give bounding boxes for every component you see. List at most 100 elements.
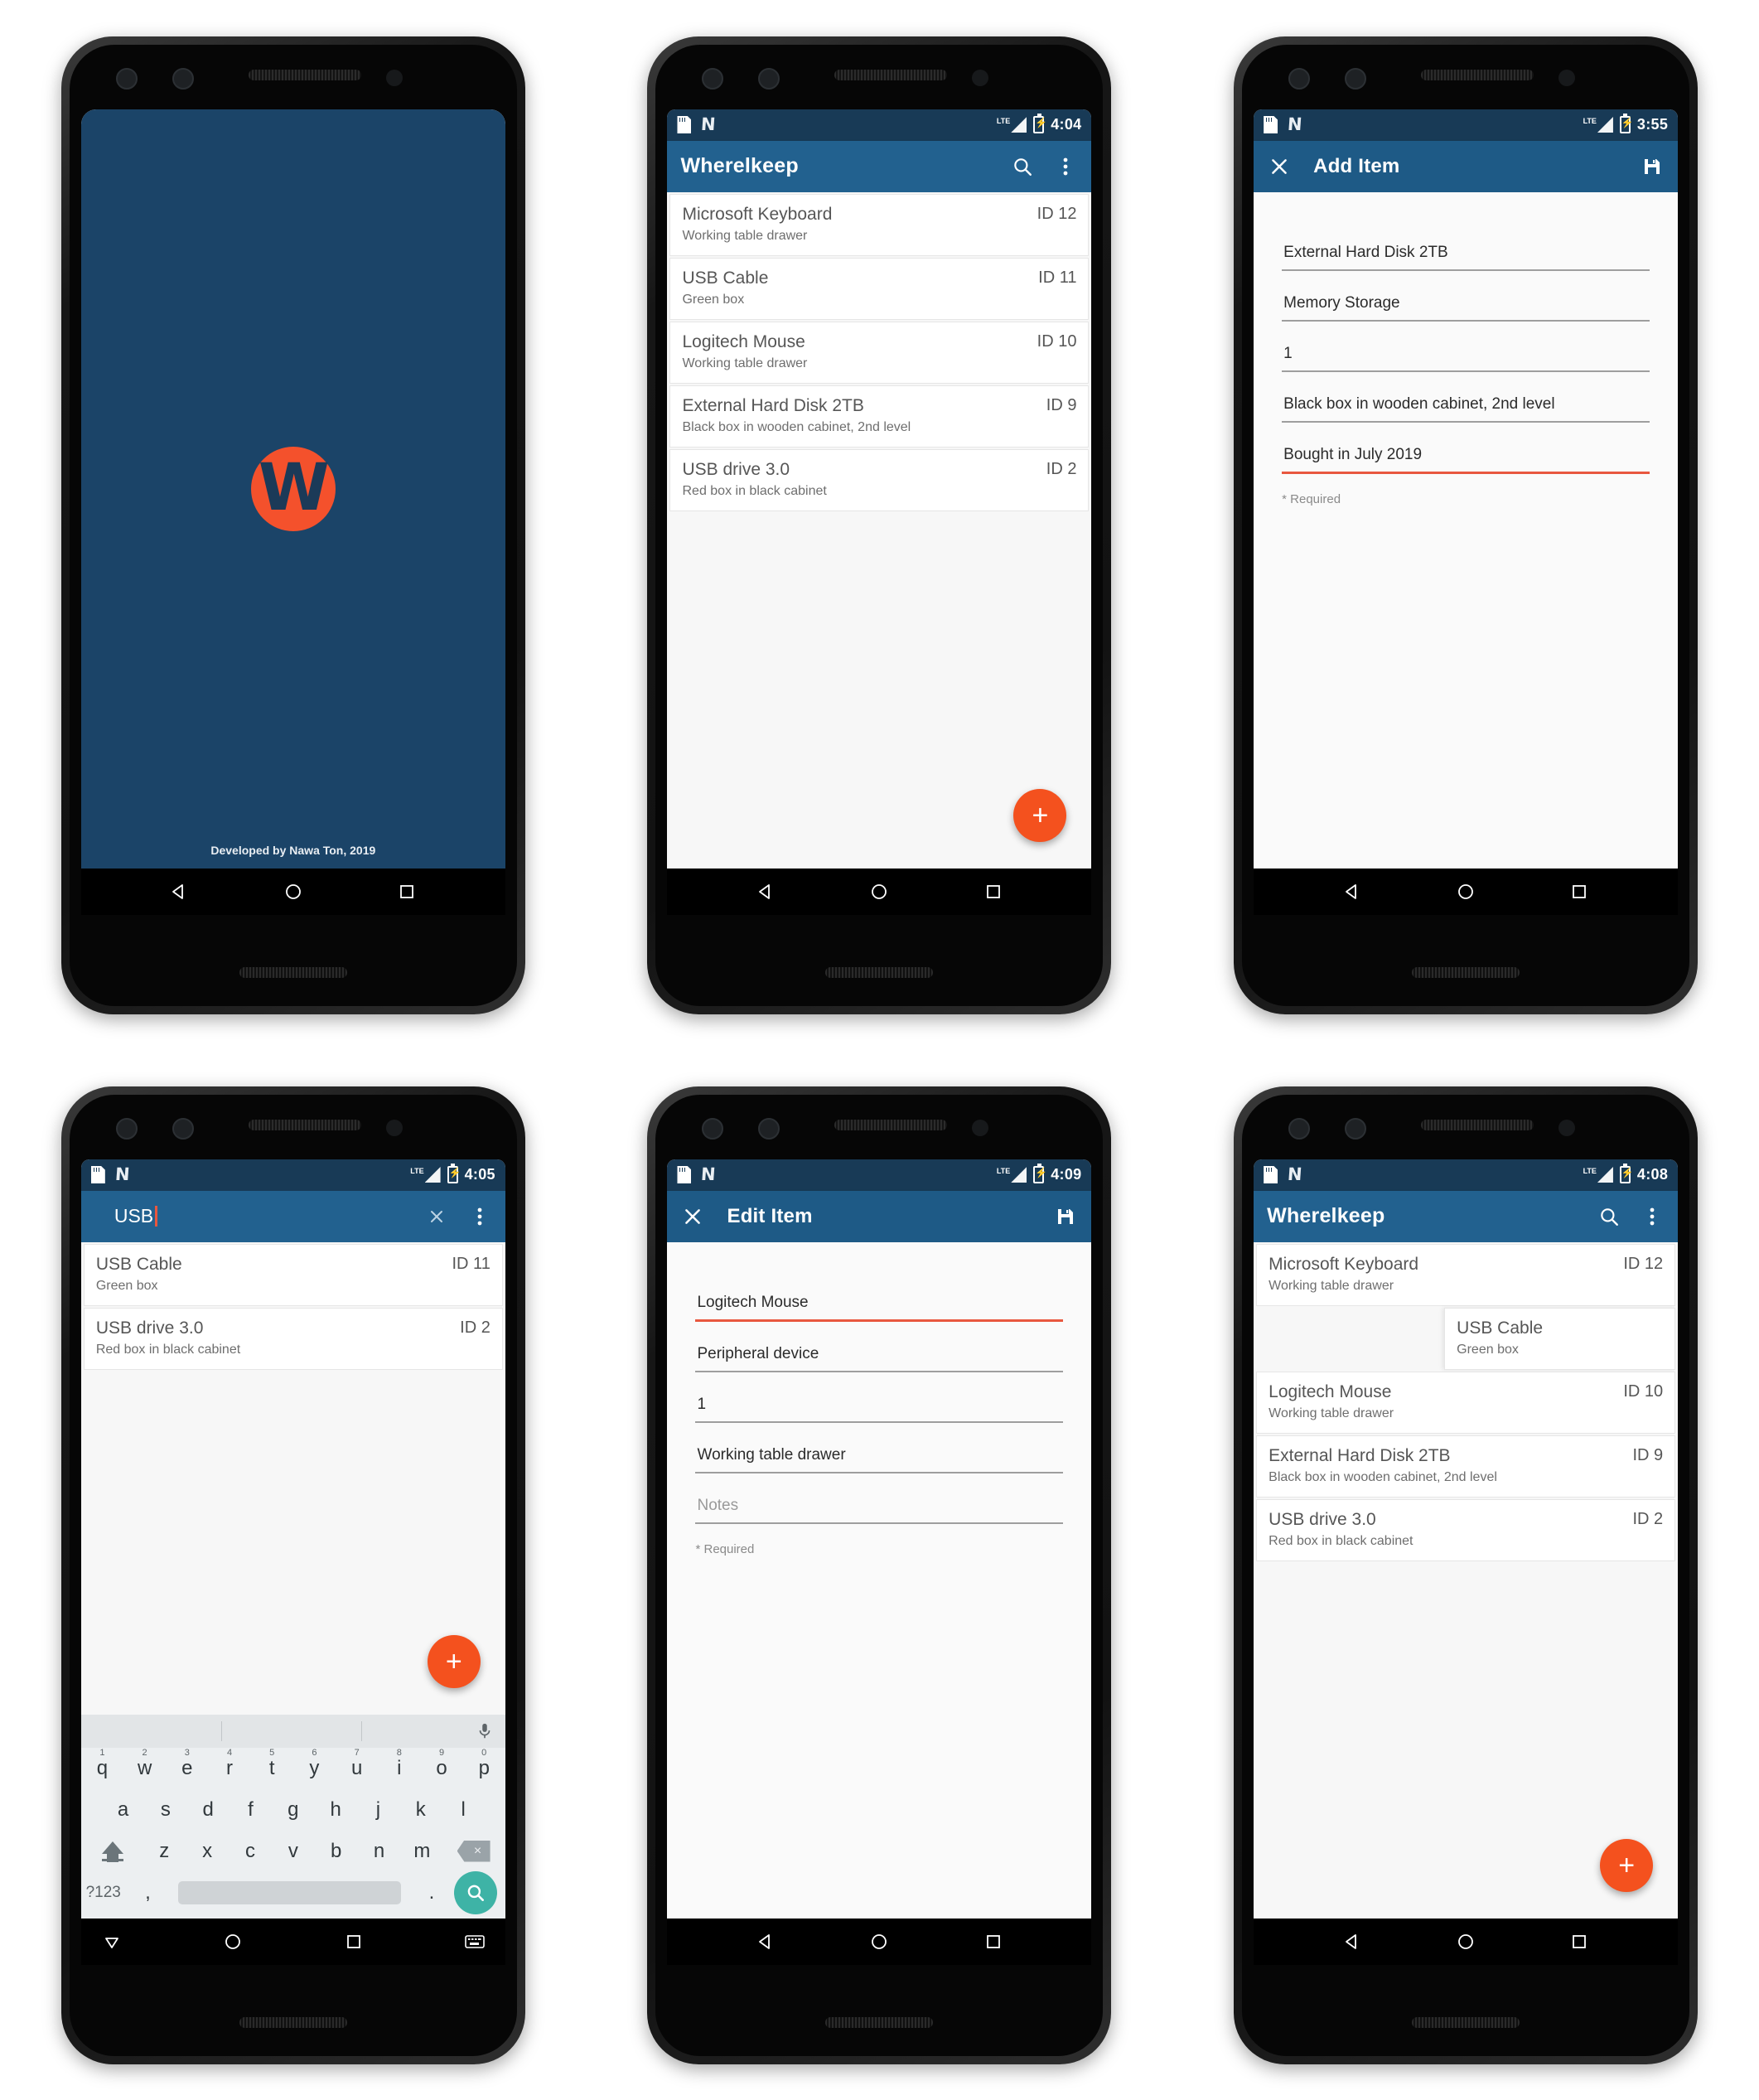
save-icon[interactable] — [1053, 1204, 1078, 1229]
recents-icon[interactable] — [1567, 879, 1592, 904]
search-icon[interactable] — [1010, 154, 1035, 179]
android-nav-bar[interactable] — [667, 868, 1092, 915]
key-r[interactable]: 4r — [208, 1748, 250, 1780]
key-g[interactable]: g — [272, 1798, 314, 1822]
add-item-fab[interactable]: + — [1600, 1838, 1654, 1892]
home-icon[interactable] — [867, 1929, 892, 1954]
key-i[interactable]: 8i — [378, 1748, 420, 1780]
back-icon[interactable] — [753, 1929, 778, 1954]
keyboard-row-2[interactable]: a s d f g h j k l — [81, 1789, 505, 1831]
key-d[interactable]: d — [187, 1798, 230, 1822]
search-enter-key[interactable] — [453, 1870, 505, 1914]
symbols-key[interactable]: ?123 — [81, 1884, 126, 1902]
keyboard-row-3[interactable]: z x c v b n m × — [81, 1831, 505, 1872]
recents-icon[interactable] — [981, 879, 1006, 904]
add-item-form[interactable]: External Hard Disk 2TB Memory Storage 1 — [1254, 191, 1679, 869]
list-item[interactable]: USB drive 3.0 Red box in black cabinet I… — [669, 449, 1090, 512]
form-field-location[interactable]: Working table drawer — [695, 1441, 1064, 1473]
home-icon[interactable] — [867, 879, 892, 904]
form-field-notes[interactable]: Bought in July 2019 — [1282, 441, 1650, 474]
list-item[interactable]: USB Cable Green box ID 11 — [83, 1243, 503, 1306]
list-item[interactable]: USB drive 3.0 Red box in black cabinet I… — [1256, 1499, 1676, 1562]
period-key[interactable]: . — [409, 1881, 454, 1904]
list-item[interactable]: Microsoft Keyboard Working table drawer … — [1256, 1243, 1676, 1306]
form-field-quantity[interactable]: 1 — [695, 1391, 1064, 1423]
android-nav-bar[interactable] — [80, 1918, 505, 1965]
keyboard-row-1[interactable]: 1q 2w 3e 4r 5t 6y 7u 8i 9o 0p — [81, 1748, 505, 1789]
list-item-swiped[interactable]: USB Cable Green box — [1444, 1307, 1676, 1370]
form-field-quantity[interactable]: 1 — [1282, 340, 1650, 372]
back-icon[interactable] — [167, 879, 191, 904]
key-b[interactable]: b — [315, 1840, 358, 1863]
form-field-name[interactable]: External Hard Disk 2TB — [1282, 239, 1650, 271]
item-list[interactable]: Microsoft Keyboard Working table drawer … — [1254, 1241, 1679, 1919]
add-item-fab[interactable]: + — [427, 1634, 481, 1688]
key-u[interactable]: 7u — [336, 1748, 378, 1780]
switch-keyboard-icon[interactable] — [462, 1929, 487, 1954]
android-nav-bar[interactable] — [667, 1918, 1092, 1965]
overflow-menu-icon[interactable] — [1053, 154, 1078, 179]
key-v[interactable]: v — [272, 1840, 315, 1863]
close-icon[interactable] — [1267, 154, 1292, 179]
form-field-category[interactable]: Peripheral device — [695, 1340, 1064, 1372]
back-icon[interactable] — [1340, 1929, 1365, 1954]
key-t[interactable]: 5t — [251, 1748, 293, 1780]
key-a[interactable]: a — [102, 1798, 144, 1822]
key-x[interactable]: x — [186, 1840, 229, 1863]
key-c[interactable]: c — [229, 1840, 272, 1863]
key-f[interactable]: f — [230, 1798, 272, 1822]
clear-search-icon[interactable] — [424, 1204, 449, 1229]
key-l[interactable]: l — [442, 1798, 484, 1822]
hide-keyboard-icon[interactable] — [99, 1929, 124, 1954]
home-icon[interactable] — [1453, 1929, 1478, 1954]
shift-icon[interactable] — [83, 1841, 143, 1862]
search-icon[interactable] — [1597, 1204, 1621, 1229]
list-item[interactable]: Microsoft Keyboard Working table drawer … — [669, 193, 1090, 256]
search-input[interactable]: USB — [114, 1205, 158, 1227]
search-results-list[interactable]: USB Cable Green box ID 11 USB drive 3.0 … — [80, 1241, 505, 1715]
back-icon[interactable] — [753, 879, 778, 904]
android-nav-bar[interactable] — [1254, 868, 1679, 915]
space-key[interactable] — [178, 1880, 402, 1904]
add-item-fab[interactable]: + — [1013, 788, 1067, 842]
list-item[interactable]: USB drive 3.0 Red box in black cabinet I… — [83, 1307, 503, 1370]
list-item[interactable]: Logitech Mouse Working table drawer ID 1… — [1256, 1371, 1676, 1434]
key-y[interactable]: 6y — [293, 1748, 336, 1780]
on-screen-keyboard[interactable]: 1q 2w 3e 4r 5t 6y 7u 8i 9o 0p a s d f g … — [80, 1714, 505, 1919]
list-item[interactable]: USB Cable Green box ID 11 — [669, 257, 1090, 320]
save-icon[interactable] — [1640, 154, 1665, 179]
key-s[interactable]: s — [144, 1798, 186, 1822]
key-w[interactable]: 2w — [123, 1748, 166, 1780]
android-nav-bar[interactable] — [1254, 1918, 1679, 1965]
key-q[interactable]: 1q — [81, 1748, 123, 1780]
comma-key[interactable]: , — [126, 1881, 171, 1904]
home-icon[interactable] — [281, 879, 306, 904]
overflow-menu-icon[interactable] — [467, 1204, 492, 1229]
keyboard-suggestion-strip[interactable] — [80, 1714, 505, 1748]
form-field-location[interactable]: Black box in wooden cabinet, 2nd level — [1282, 390, 1650, 423]
key-n[interactable]: n — [358, 1840, 401, 1863]
key-z[interactable]: z — [143, 1840, 186, 1863]
home-icon[interactable] — [220, 1929, 245, 1954]
recents-icon[interactable] — [1567, 1929, 1592, 1954]
back-icon[interactable] — [1340, 879, 1365, 904]
form-field-notes[interactable]: Notes — [695, 1492, 1064, 1524]
form-field-name[interactable]: Logitech Mouse — [695, 1289, 1064, 1322]
key-p[interactable]: 0p — [463, 1748, 505, 1780]
keyboard-row-4[interactable]: ?123 , . — [81, 1870, 505, 1914]
edit-item-form[interactable]: Logitech Mouse Peripheral device 1 Worki… — [667, 1241, 1092, 1919]
close-icon[interactable] — [680, 1204, 705, 1229]
key-e[interactable]: 3e — [166, 1748, 208, 1780]
list-item[interactable]: External Hard Disk 2TB Black box in wood… — [669, 385, 1090, 448]
list-item[interactable]: External Hard Disk 2TB Black box in wood… — [1256, 1435, 1676, 1498]
key-k[interactable]: k — [399, 1798, 442, 1822]
key-h[interactable]: h — [314, 1798, 356, 1822]
key-o[interactable]: 9o — [420, 1748, 462, 1780]
backspace-icon[interactable]: × — [443, 1840, 504, 1862]
recents-icon[interactable] — [981, 1929, 1006, 1954]
key-m[interactable]: m — [400, 1840, 443, 1863]
form-field-category[interactable]: Memory Storage — [1282, 289, 1650, 322]
list-item[interactable]: Logitech Mouse Working table drawer ID 1… — [669, 321, 1090, 384]
home-icon[interactable] — [1453, 879, 1478, 904]
recents-icon[interactable] — [341, 1929, 366, 1954]
